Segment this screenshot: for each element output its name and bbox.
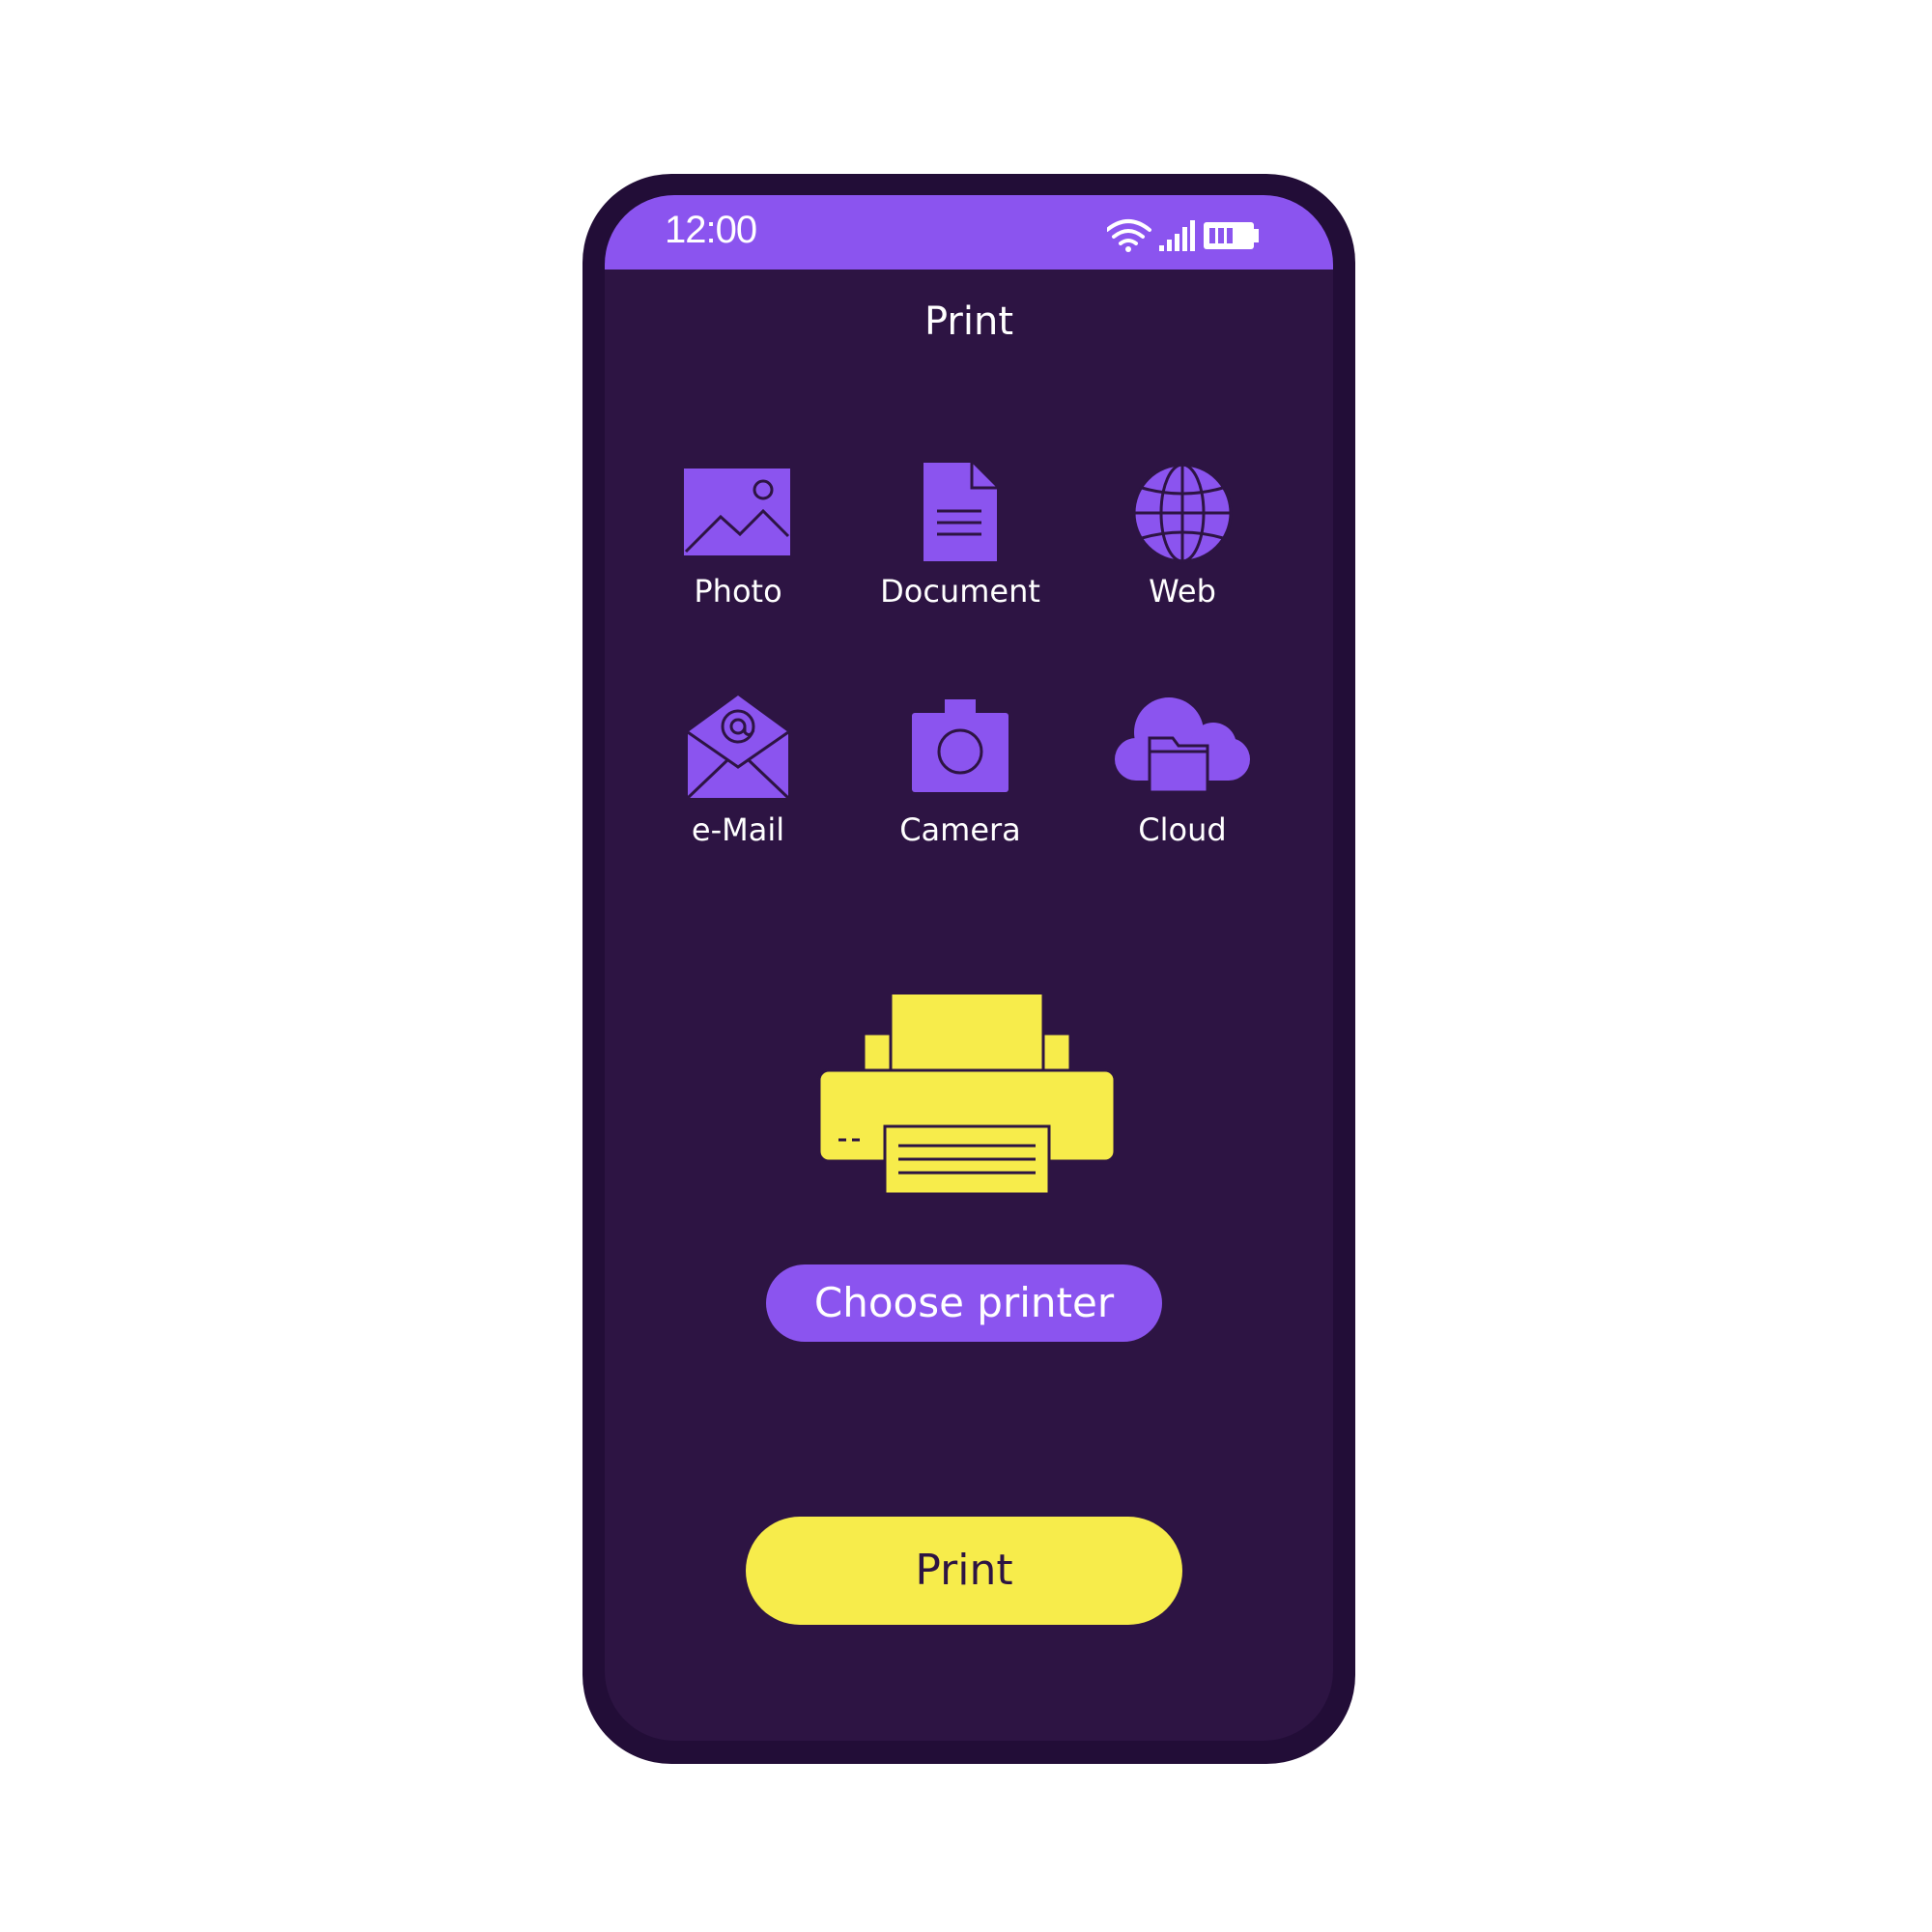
source-web[interactable]: Web bbox=[1076, 463, 1289, 633]
phone-screen: 12:00 Print Photo Document Web e-Mail Ca… bbox=[605, 195, 1333, 1741]
email-icon bbox=[688, 696, 788, 798]
source-camera[interactable]: Camera bbox=[854, 696, 1066, 860]
document-icon bbox=[923, 463, 997, 561]
phone-frame: 12:00 Print Photo Document Web e-Mail Ca… bbox=[582, 174, 1355, 1764]
wifi-icon bbox=[1107, 219, 1151, 252]
battery-icon bbox=[1204, 222, 1259, 249]
source-label: Web bbox=[1149, 573, 1216, 610]
source-label: Document bbox=[880, 573, 1040, 610]
printer-icon bbox=[817, 991, 1117, 1196]
globe-icon bbox=[1132, 463, 1233, 563]
cloud-folder-icon bbox=[1115, 697, 1250, 792]
source-label: Camera bbox=[899, 811, 1021, 848]
source-photo[interactable]: Photo bbox=[632, 469, 844, 633]
print-button[interactable]: Print bbox=[746, 1517, 1182, 1625]
status-bar: 12:00 bbox=[605, 195, 1333, 270]
status-icons bbox=[1107, 219, 1259, 252]
status-time: 12:00 bbox=[665, 209, 757, 251]
page-title: Print bbox=[923, 299, 1013, 344]
photo-icon bbox=[684, 469, 790, 555]
source-cloud[interactable]: Cloud bbox=[1076, 696, 1289, 860]
choose-printer-button[interactable]: Choose printer bbox=[766, 1264, 1162, 1342]
source-label: Cloud bbox=[1138, 811, 1227, 848]
signal-icon bbox=[1159, 220, 1195, 251]
source-label: Photo bbox=[694, 573, 782, 610]
canvas: 12:00 Print Photo Document Web e-Mail Ca… bbox=[0, 0, 1932, 1932]
source-document[interactable]: Document bbox=[854, 463, 1066, 633]
camera-icon bbox=[912, 699, 1009, 792]
source-email[interactable]: e-Mail bbox=[632, 696, 844, 860]
source-label: e-Mail bbox=[691, 811, 785, 848]
